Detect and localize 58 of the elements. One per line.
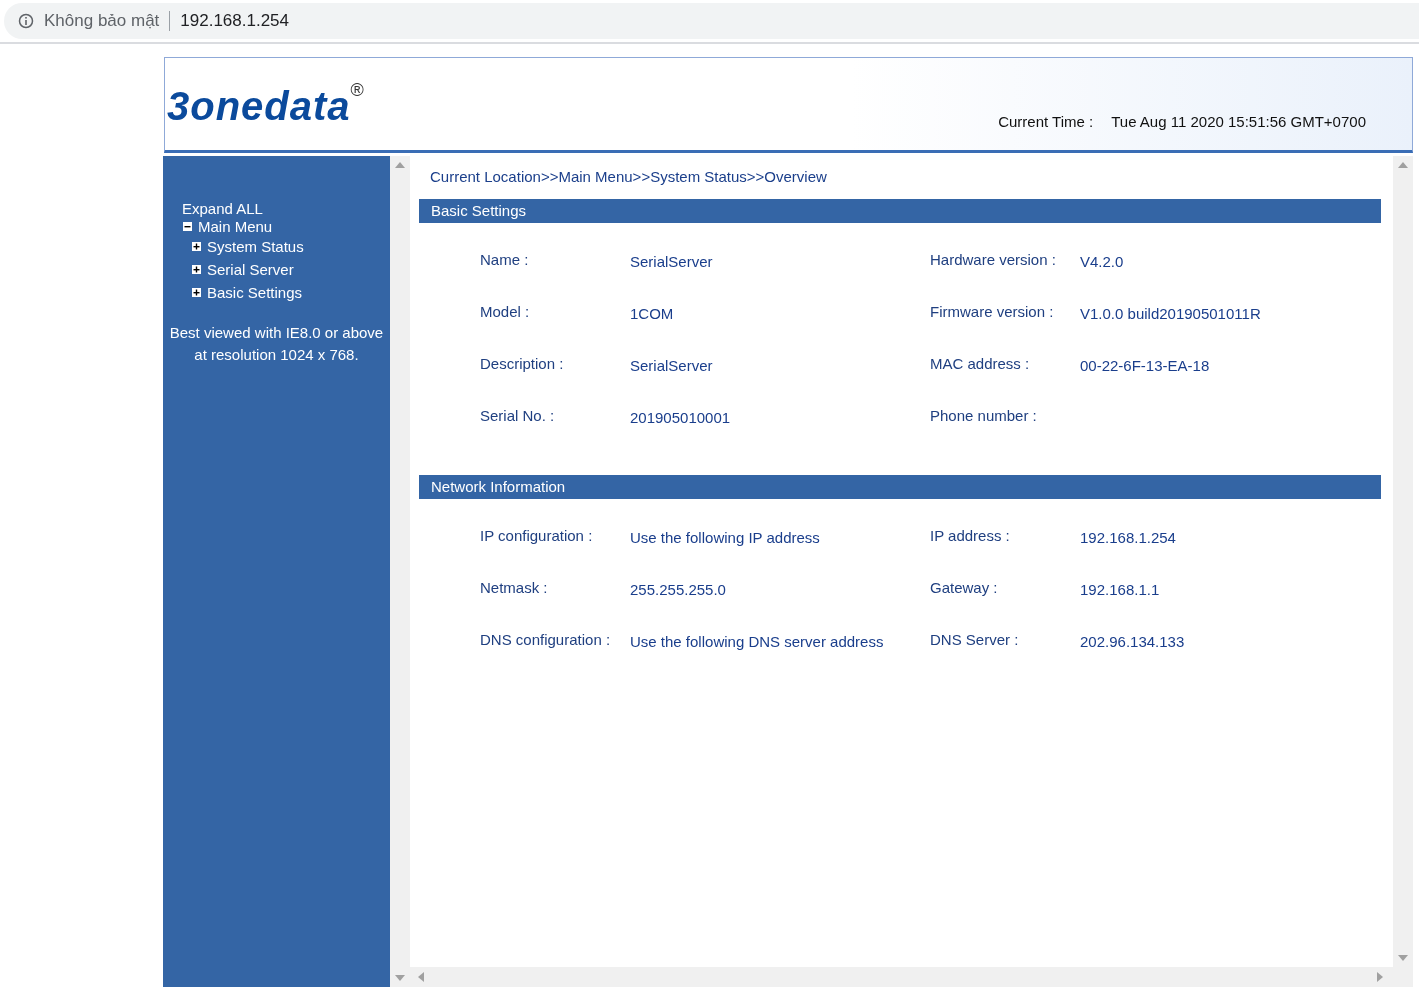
field-label: Name :	[480, 251, 529, 268]
field-label: DNS Server :	[930, 631, 1019, 648]
scroll-down-icon[interactable]	[395, 975, 405, 981]
menu-item[interactable]: Main Menu	[198, 217, 273, 235]
field-value: V1.0.0 build20190501011R	[1080, 305, 1261, 322]
field-label: IP configuration :	[480, 527, 593, 544]
scroll-up-icon[interactable]	[395, 162, 405, 168]
section-header: Network Information	[419, 475, 1381, 499]
address-bar[interactable]: Không bảo mật 192.168.1.254	[4, 3, 1419, 39]
scroll-down-icon[interactable]	[1398, 955, 1408, 961]
collapse-icon[interactable]	[183, 221, 192, 231]
field-label: Firmware version :	[930, 303, 1054, 320]
field-label: Netmask :	[480, 579, 548, 596]
info-icon[interactable]	[18, 13, 34, 29]
field-label: Hardware version :	[930, 251, 1056, 268]
field-label: DNS configuration :	[480, 631, 611, 648]
scrollbar[interactable]	[1393, 156, 1413, 967]
field-value: Use the following DNS server address	[630, 633, 884, 650]
scroll-left-icon[interactable]	[418, 972, 424, 982]
section-header: Basic Settings	[419, 199, 1381, 223]
field-label: Phone number :	[930, 407, 1037, 424]
expand-all-link[interactable]: Expand ALL	[182, 200, 390, 217]
menu-item[interactable]: Basic Settings	[207, 284, 303, 301]
logo: 3onedata	[167, 86, 351, 126]
expand-icon[interactable]	[192, 265, 201, 274]
field-value: SerialServer	[630, 357, 713, 374]
expand-icon[interactable]	[192, 288, 201, 297]
horizontal-scrollbar[interactable]	[410, 967, 1413, 987]
field-value: 192.168.1.1	[1080, 581, 1160, 598]
field-value: 202.96.134.133	[1080, 633, 1185, 650]
time-label: Current Time :	[998, 113, 1094, 130]
breadcrumb: Current Location>>Main Menu>>System Status>>Overview	[430, 168, 827, 185]
note-text: Best viewed with IE8.0 or above	[168, 323, 385, 343]
registered-mark: ®	[350, 80, 364, 100]
field-label: Serial No. :	[480, 407, 555, 424]
field-label: Model :	[480, 303, 530, 320]
scroll-right-icon[interactable]	[1377, 972, 1383, 982]
field-value: Use the following IP address	[630, 529, 820, 546]
time-value: Tue Aug 11 2020 15:51:56 GMT+0700	[1111, 113, 1366, 130]
expand-icon[interactable]	[192, 242, 201, 251]
field-value: 255.255.255.0	[630, 581, 726, 598]
field-value: 201905010001	[630, 409, 731, 426]
menu-item[interactable]: System Status	[207, 238, 304, 255]
field-label: Gateway :	[930, 579, 998, 596]
menu-item[interactable]: Serial Server	[207, 261, 294, 278]
url-text: 192.168.1.254	[180, 11, 290, 31]
field-value: SerialServer	[630, 253, 713, 270]
field-value: 00-22-6F-13-EA-18	[1080, 357, 1210, 374]
scroll-up-icon[interactable]	[1398, 162, 1408, 168]
security-label: Không bảo mật	[44, 11, 160, 31]
note-text: at resolution 1024 x 768.	[193, 345, 360, 365]
field-value: 1COM	[630, 305, 674, 322]
field-label: IP address :	[930, 527, 1010, 544]
scrollbar[interactable]	[390, 156, 410, 987]
field-value: 192.168.1.254	[1080, 529, 1176, 546]
field-label: MAC address :	[930, 355, 1030, 372]
field-value: V4.2.0	[1080, 253, 1124, 270]
field-label: Description :	[480, 355, 564, 372]
